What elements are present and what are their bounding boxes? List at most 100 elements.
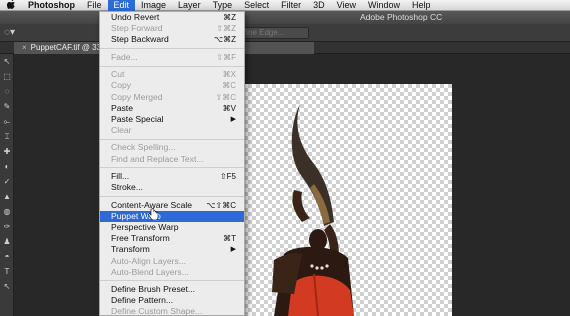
lasso-tool-icon[interactable]: ◌▾	[4, 28, 18, 38]
menu-item-label: Transform	[111, 244, 150, 255]
menu-photoshop[interactable]: Photoshop	[22, 0, 81, 11]
tools-panel: ↖ ⬚ ◌ ✎ ⟜ ⌶ ✚ ◐ ✓ ▲ ◍ ✑ ♟ ◓ T ↖	[0, 54, 14, 316]
menu-item-label: Copy	[111, 80, 132, 91]
refine-edge-button[interactable]: fine Edge...	[237, 27, 309, 39]
menu-item-transform[interactable]: Transform ▶	[100, 244, 244, 255]
tool-icon[interactable]: ⬚	[0, 69, 14, 84]
tool-icon[interactable]: ↖	[0, 279, 14, 294]
apple-icon[interactable]	[0, 0, 22, 12]
menu-item-paste-special[interactable]: Paste Special ▶	[100, 114, 244, 125]
menu-item-define-pattern[interactable]: Define Pattern...	[100, 295, 244, 306]
menu-filter[interactable]: Filter	[275, 0, 307, 11]
menu-item-shortcut: ⇧⌘C	[215, 92, 236, 102]
menu-item-shortcut: ⌘T	[223, 234, 236, 244]
tool-icon[interactable]: ✎	[0, 99, 14, 114]
menu-item-define-brush-preset[interactable]: Define Brush Preset...	[100, 284, 244, 295]
menu-item-shortcut: ⇧⌘F	[216, 52, 236, 62]
menu-item-label: Define Custom Shape...	[111, 306, 203, 316]
menu-item-shortcut: ⌘V	[222, 103, 236, 113]
menu-item-label: Define Brush Preset...	[111, 284, 196, 295]
menu-item-shortcut: ⇧F5	[219, 172, 236, 181]
menu-item-label: Auto-Blend Layers...	[111, 266, 189, 277]
menu-separator	[100, 195, 244, 197]
menu-item-step-backward[interactable]: Step Backward ⌥⌘Z	[100, 34, 244, 45]
menu-item-label: Auto-Align Layers...	[111, 255, 186, 266]
menu-item-shortcut: ⌥⇧⌘C	[206, 200, 236, 210]
document-tab-row: × PuppetCAF.tif @ 33.3% (RGB/8*)	[0, 42, 570, 54]
menu-item-check-spelling: Check Spelling...	[100, 142, 244, 153]
menu-item-label: Clear	[111, 125, 132, 136]
tool-icon[interactable]: ✓	[0, 174, 14, 189]
menu-item-label: Undo Revert	[111, 12, 160, 22]
menu-item-cut: Cut ⌘X	[100, 69, 244, 80]
tool-icon[interactable]: ♟	[0, 234, 14, 249]
menu-item-auto-align-layers: Auto-Align Layers...	[100, 256, 244, 267]
menu-separator	[100, 138, 244, 140]
menu-item-find-and-replace-text: Find and Replace Text...	[100, 154, 244, 165]
menu-item-label: Find and Replace Text...	[111, 153, 204, 164]
menu-item-label: Fade...	[111, 51, 138, 62]
menu-item-label: Check Spelling...	[111, 142, 176, 153]
menu-item-label: Cut	[111, 69, 125, 80]
menu-type[interactable]: Type	[207, 0, 239, 11]
menu-select[interactable]: Select	[238, 0, 275, 11]
menu-item-shortcut: ⇧⌘Z	[216, 24, 236, 34]
menu-item-paste[interactable]: Paste ⌘V	[100, 103, 244, 114]
menu-layer[interactable]: Layer	[172, 0, 207, 11]
menu-item-fill[interactable]: Fill... ⇧F5	[100, 171, 244, 182]
close-tab-icon[interactable]: ×	[22, 43, 27, 52]
menu-item-stroke[interactable]: Stroke...	[100, 182, 244, 193]
menu-item-shortcut: ⌘X	[222, 70, 236, 80]
submenu-arrow-icon: ▶	[230, 115, 236, 123]
menu-item-free-transform[interactable]: Free Transform ⌘T	[100, 233, 244, 244]
tool-icon[interactable]: ◍	[0, 204, 14, 219]
menu-file[interactable]: File	[81, 0, 108, 11]
options-bar: ◌▾ fine Edge...	[0, 24, 570, 42]
menu-3d[interactable]: 3D	[307, 0, 331, 11]
menu-item-fade: Fade... ⇧⌘F	[100, 52, 244, 63]
menu-item-shortcut: ⌘Z	[223, 13, 236, 22]
hand-pointer-icon	[148, 208, 158, 220]
menu-item-label: Copy Merged	[111, 91, 163, 102]
tool-icon[interactable]: T	[0, 264, 14, 279]
submenu-arrow-icon: ▶	[230, 246, 236, 254]
tool-icon[interactable]: ↖	[0, 54, 14, 69]
menu-item-label: Fill...	[111, 171, 130, 181]
menu-item-label: Step Forward	[111, 23, 163, 34]
window-title-bar: Adobe Photoshop CC	[0, 11, 570, 24]
menu-item-label: Define Pattern...	[111, 295, 174, 306]
menu-window[interactable]: Window	[362, 0, 406, 11]
menu-item-puppet-warp[interactable]: Puppet Warp	[100, 210, 244, 222]
menu-bar: Photoshop File Edit Image Layer Type Select Fil…	[0, 0, 570, 11]
menu-help[interactable]: Help	[406, 0, 437, 11]
menu-item-label: Perspective Warp	[111, 221, 179, 232]
menu-image[interactable]: Image	[135, 0, 172, 11]
tool-icon[interactable]: ✚	[0, 144, 14, 159]
menu-item-label: Free Transform	[111, 233, 170, 244]
menu-item-content-aware-scale[interactable]: Content-Aware Scale ⌥⇧⌘C	[100, 200, 244, 211]
tool-icon[interactable]: ⌶	[0, 129, 14, 144]
menu-item-undo-revert[interactable]: Undo Revert ⌘Z	[100, 12, 244, 23]
tool-icon[interactable]: ⟜	[0, 114, 14, 129]
menu-separator	[100, 280, 244, 282]
menu-item-copy: Copy ⌘C	[100, 80, 244, 91]
tool-icon[interactable]: ◐	[0, 159, 14, 174]
tool-icon[interactable]: ▲	[0, 189, 14, 204]
tool-icon[interactable]: ◓	[0, 249, 14, 264]
edit-menu-dropdown: Undo Revert ⌘Z Step Forward ⇧⌘Z Step Backwar…	[99, 11, 245, 316]
tool-icon[interactable]: ◌	[0, 84, 14, 99]
menu-view[interactable]: View	[331, 0, 362, 11]
menu-item-shortcut: ⌘C	[222, 81, 236, 91]
menu-item-clear: Clear	[100, 125, 244, 136]
canvas-area[interactable]	[14, 54, 570, 316]
menu-separator	[100, 48, 244, 50]
menu-separator	[100, 65, 244, 67]
menu-item-perspective-warp[interactable]: Perspective Warp	[100, 222, 244, 233]
menu-item-label: Paste	[111, 102, 133, 113]
menu-item-copy-merged: Copy Merged ⇧⌘C	[100, 92, 244, 103]
menu-item-define-custom-shape: Define Custom Shape...	[100, 306, 244, 316]
menu-item-label: Step Backward	[111, 34, 169, 45]
menu-item-auto-blend-layers: Auto-Blend Layers...	[100, 267, 244, 278]
tool-icon[interactable]: ✑	[0, 219, 14, 234]
menu-edit[interactable]: Edit	[107, 0, 136, 11]
